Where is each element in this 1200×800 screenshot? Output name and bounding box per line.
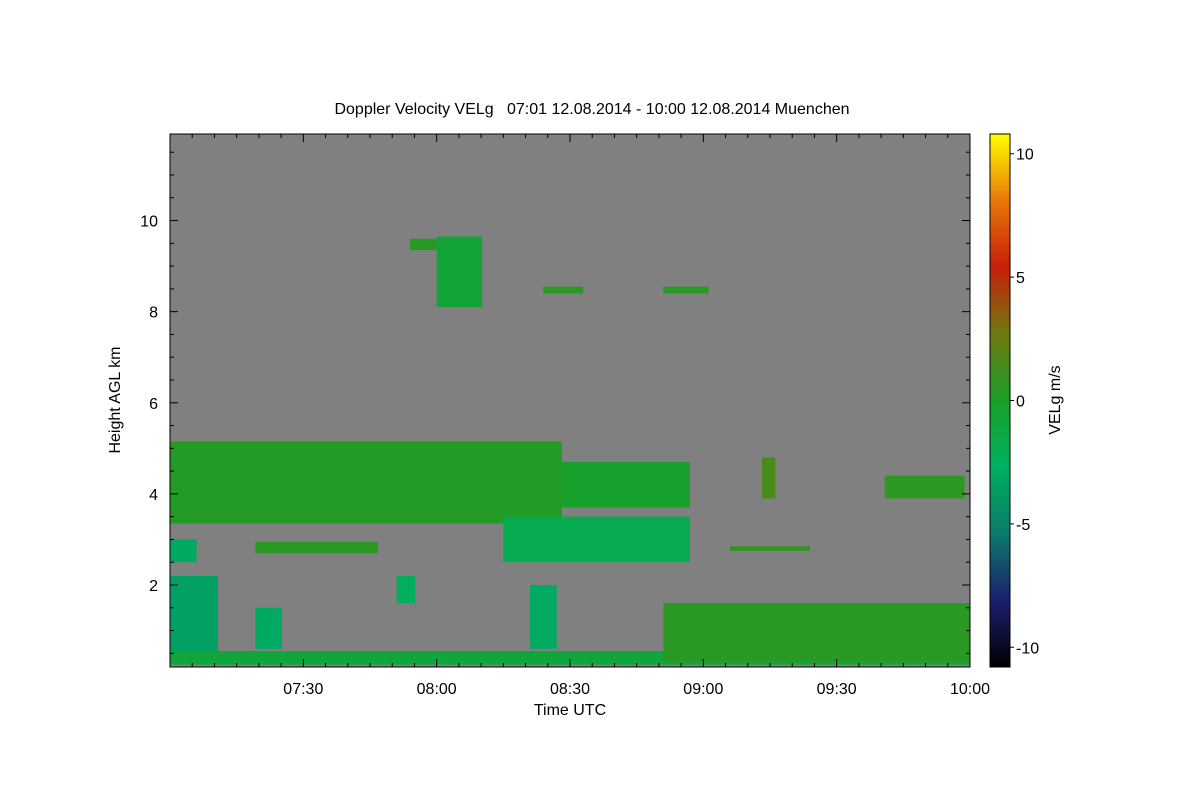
colorbar-tick-label: -5: [1016, 517, 1030, 534]
colorbar-label: VELg m/s: [1047, 365, 1064, 434]
velocity-region: [255, 541, 378, 554]
x-tick-label: 08:00: [417, 681, 457, 698]
velocity-region: [170, 441, 562, 524]
x-tick-label: 09:30: [817, 681, 857, 698]
velocity-region: [170, 575, 218, 663]
colorbar: 10 5 0 -5 -10 VELg m/s: [989, 133, 1064, 668]
colorbar-tick-label: 10: [1016, 147, 1034, 164]
velocity-region: [762, 457, 776, 499]
velocity-region: [663, 603, 970, 663]
velocity-region: [663, 286, 709, 294]
y-tick-label: 8: [149, 305, 158, 322]
plot-background: [170, 134, 970, 667]
y-tick-label: 6: [149, 396, 158, 413]
velocity-region: [503, 516, 690, 563]
plot-area: [169, 133, 971, 668]
velocity-region: [410, 238, 437, 251]
x-axis-label: Time UTC: [534, 702, 606, 719]
velocity-region: [530, 585, 557, 649]
x-tick-label: 08:30: [550, 681, 590, 698]
x-tick-label: 09:00: [683, 681, 723, 698]
velocity-region: [436, 236, 482, 308]
velocity-region: [543, 286, 584, 294]
y-axis-label: Height AGL km: [107, 346, 124, 453]
colorbar-tick-label: 5: [1016, 270, 1025, 287]
y-tick-label: 2: [149, 578, 158, 595]
velocity-region: [255, 607, 282, 649]
velocity-region: [884, 475, 965, 499]
y-tick-label: 4: [149, 487, 158, 504]
y-tick-label: 10: [140, 214, 158, 231]
x-tick-label: 10:00: [950, 681, 990, 698]
velocity-region: [730, 546, 810, 551]
colorbar-gradient: [989, 133, 1011, 668]
velocity-region: [170, 539, 197, 563]
chart-title: Doppler Velocity VELg 07:01 12.08.2014 -…: [334, 101, 849, 118]
x-tick-label: 07:30: [283, 681, 323, 698]
colorbar-tick-label: -10: [1016, 640, 1039, 657]
velocity-region: [562, 462, 690, 508]
colorbar-tick-label: 0: [1016, 394, 1025, 411]
velocity-region: [396, 575, 416, 604]
doppler-velocity-chart: Doppler Velocity VELg 07:01 12.08.2014 -…: [107, 101, 1064, 719]
